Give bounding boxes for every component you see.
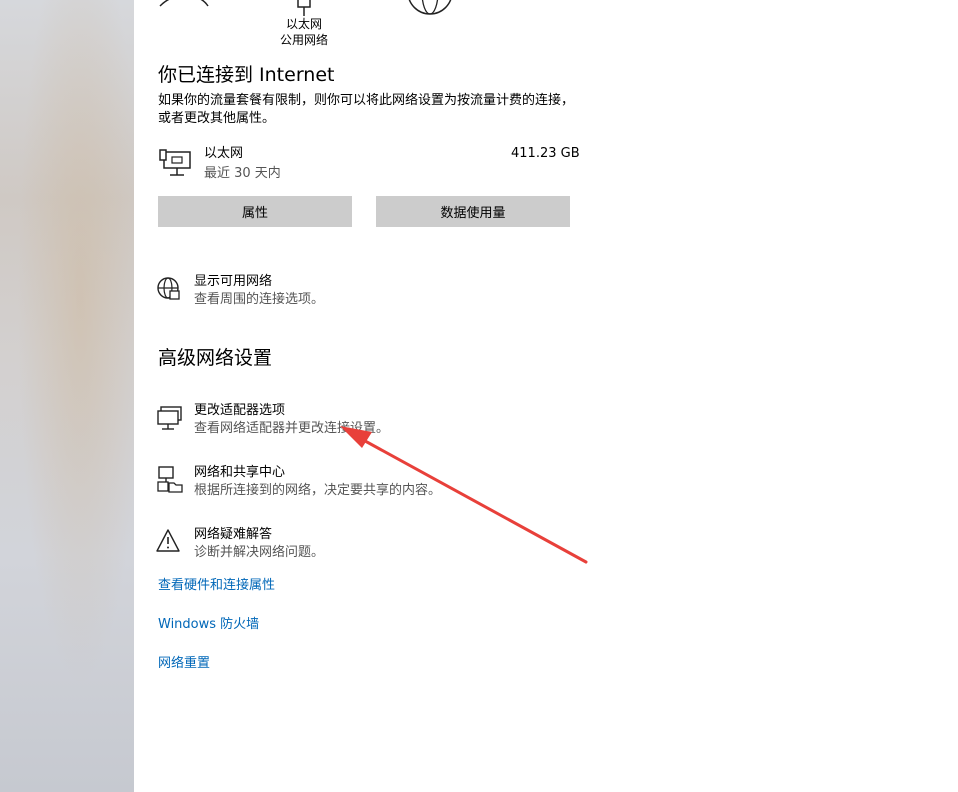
annotation-arrow	[340, 426, 588, 564]
desktop-background-strip	[0, 0, 134, 792]
settings-main-panel: 以太网 公用网络 你已连接到 Internet 如果你的流量套餐有限制，则你可以…	[134, 0, 958, 792]
